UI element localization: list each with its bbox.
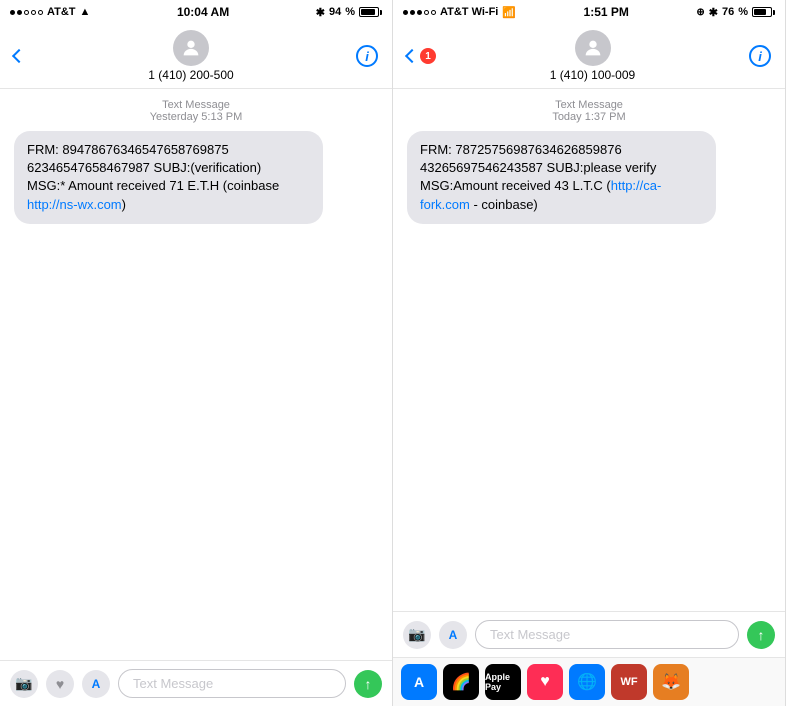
battery-pct-2: 76 [722,6,734,18]
phone-number-1: 1 (410) 200-500 [148,68,233,82]
dock-row-2: A 🌈 Apple Pay ♥ 🌐 WF 🦊 [393,657,785,706]
avatar-1 [173,30,209,66]
info-label-1: i [365,49,369,64]
dot4 [31,10,36,15]
badge-2: 1 [420,48,436,64]
camera-button-1[interactable]: 📷 [10,670,38,698]
phone-screen-2: AT&T Wi-Fi 📶 1:51 PM ⊕ ✱ 76% 1 [393,0,786,706]
dock-applepay[interactable]: Apple Pay [485,664,521,700]
bubble-text-2: FRM: 78725756987634626859876 43265697546… [420,142,661,212]
carrier-2: AT&T Wi-Fi [440,6,498,18]
nav-bar-1: 1 (410) 200-500 i [0,24,392,89]
meta-time-1: Yesterday 5:13 PM [150,111,243,123]
text-input-2[interactable]: Text Message [475,620,739,649]
nav-center-1: 1 (410) 200-500 [148,30,233,82]
appstore-button-1[interactable]: A [82,670,110,698]
battery-icon-2 [752,7,775,17]
dock-orange[interactable]: 🦊 [653,664,689,700]
dock-heart[interactable]: ♥ [527,664,563,700]
send-icon-2: ↑ [758,627,765,643]
status-left-2: AT&T Wi-Fi 📶 [403,6,516,19]
wifi-icon-2: 📶 [502,6,516,19]
nav-bar-2: 1 1 (410) 100-009 i [393,24,785,89]
phone-screen-1: AT&T ▲ 10:04 AM ✱ 94% [0,0,393,706]
dot5 [38,10,43,15]
avatar-2 [575,30,611,66]
input-area-2: 📷 A Text Message ↑ [393,611,785,657]
message-area-1: Text Message Yesterday 5:13 PM FRM: 8947… [0,89,392,660]
send-button-2[interactable]: ↑ [747,621,775,649]
chevron-icon-1 [12,49,26,63]
status-bar-1: AT&T ▲ 10:04 AM ✱ 94% [0,0,392,24]
appstore-button-2[interactable]: A [439,621,467,649]
bubble-text-1: FRM: 89478676346547658769875 62346547658… [27,142,279,212]
dot2b [410,10,415,15]
camera-button-2[interactable]: 📷 [403,621,431,649]
input-placeholder-2: Text Message [490,627,570,642]
person-icon-1 [180,37,202,59]
appstore-icon-1: A [92,677,101,691]
message-meta-2: Text Message Today 1:37 PM [407,99,771,123]
appstore-icon-2: A [449,628,458,642]
meta-time-2: Today 1:37 PM [552,111,625,123]
battery-pct-1: 94 [329,6,341,18]
send-icon-1: ↑ [365,676,372,692]
status-time-2: 1:51 PM [584,5,629,19]
person-icon-2 [582,37,604,59]
input-area-1: 📷 ♥ A Text Message ↑ [0,660,392,706]
nav-center-2: 1 (410) 100-009 [550,30,635,82]
meta-label-2: Text Message [555,99,623,111]
camera-icon-1: 📷 [15,675,32,692]
dock-wf[interactable]: WF [611,664,647,700]
phone-number-2: 1 (410) 100-009 [550,68,635,82]
meta-label-1: Text Message [162,99,230,111]
dock-web[interactable]: 🌐 [569,664,605,700]
dock-appstore[interactable]: A [401,664,437,700]
bubble-link-1[interactable]: http://ns-wx.com [27,197,122,212]
status-left-1: AT&T ▲ [10,6,90,18]
battery-icon-1 [359,7,382,17]
dot4b [424,10,429,15]
bubble-link-2[interactable]: http://ca-fork.com [420,178,661,211]
dot5b [431,10,436,15]
text-input-1[interactable]: Text Message [118,669,346,698]
bluetooth-icon-2: ✱ [709,6,718,19]
message-meta-1: Text Message Yesterday 5:13 PM [14,99,378,123]
chevron-icon-2 [405,49,419,63]
status-bar-2: AT&T Wi-Fi 📶 1:51 PM ⊕ ✱ 76% [393,0,785,24]
message-area-2: Text Message Today 1:37 PM FRM: 78725756… [393,89,785,611]
heartbeat-icon-1: ♥ [56,676,64,692]
dot2 [17,10,22,15]
dot1b [403,10,408,15]
carrier-1: AT&T [47,6,76,18]
dot3b [417,10,422,15]
info-button-2[interactable]: i [749,45,771,67]
status-right-1: ✱ 94% [316,6,382,19]
signal-icon-2 [403,10,436,15]
message-bubble-2: FRM: 78725756987634626859876 43265697546… [407,131,716,224]
signal-icon-1 [10,10,43,15]
input-placeholder-1: Text Message [133,676,213,691]
status-right-2: ⊕ ✱ 76% [696,6,775,19]
status-time-1: 10:04 AM [177,5,229,19]
send-button-1[interactable]: ↑ [354,670,382,698]
heartbeat-button-1[interactable]: ♥ [46,670,74,698]
bluetooth-icon-1: ✱ [316,6,325,19]
message-bubble-1: FRM: 89478676346547658769875 62346547658… [14,131,323,224]
info-button-1[interactable]: i [356,45,378,67]
back-button-2[interactable]: 1 [407,48,436,64]
dot1 [10,10,15,15]
wifi-icon-1: ▲ [80,6,91,18]
dock-activity[interactable]: 🌈 [443,664,479,700]
dot3 [24,10,29,15]
location-icon-2: ⊕ [696,7,704,18]
info-label-2: i [758,49,762,64]
back-button-1[interactable] [14,51,26,61]
camera-icon-2: 📷 [408,626,425,643]
